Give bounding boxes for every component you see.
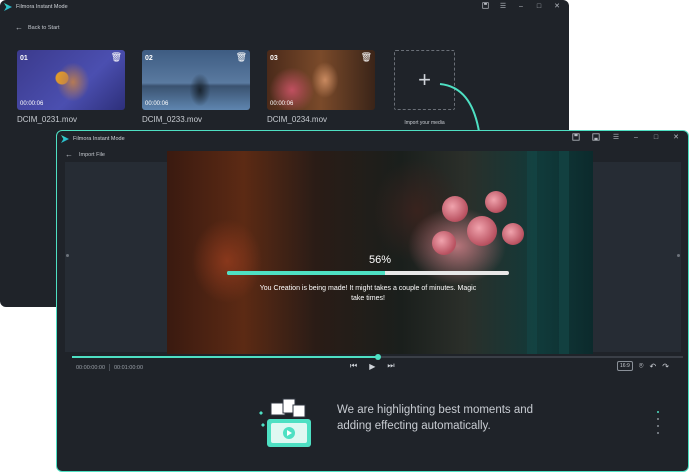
snapshot-icon[interactable]: ⌾ bbox=[639, 361, 644, 371]
timeline-scrubber[interactable] bbox=[72, 354, 683, 360]
trash-icon[interactable]: 🗑 bbox=[236, 52, 247, 63]
media-number: 01 bbox=[20, 55, 28, 62]
arrow-left-icon: ← bbox=[15, 23, 23, 32]
import-file-button[interactable]: ← Import File bbox=[65, 150, 105, 159]
time-separator bbox=[109, 364, 110, 371]
window-controls: ☰ – □ ✕ bbox=[572, 131, 680, 145]
plus-icon: + bbox=[418, 67, 431, 92]
status-message: We are highlighting best moments and add… bbox=[337, 404, 534, 432]
redo-icon[interactable]: ↷ bbox=[662, 362, 669, 371]
media-thumbnail[interactable]: 03 🗑 00:00:06 bbox=[267, 50, 375, 110]
side-handle[interactable] bbox=[66, 254, 69, 257]
save-as-icon[interactable] bbox=[592, 132, 600, 144]
filmora-logo-icon bbox=[61, 135, 69, 143]
side-handle[interactable] bbox=[677, 254, 680, 257]
trash-icon[interactable]: 🗑 bbox=[361, 52, 372, 63]
progress-fill bbox=[227, 271, 385, 275]
media-thumbnail[interactable]: 02 🗑 00:00:06 bbox=[142, 50, 250, 110]
maximize-icon[interactable]: □ bbox=[535, 3, 543, 11]
media-number: 02 bbox=[145, 55, 153, 62]
page-dot[interactable] bbox=[657, 411, 659, 413]
back-to-start-label: Back to Start bbox=[28, 24, 60, 31]
maximize-icon[interactable]: □ bbox=[652, 134, 660, 142]
minimize-icon[interactable]: – bbox=[632, 134, 640, 142]
media-filename: DCIM_0231.mov bbox=[17, 115, 78, 124]
media-filename: DCIM_0233.mov bbox=[142, 115, 203, 124]
media-number: 03 bbox=[270, 55, 278, 62]
flower bbox=[502, 223, 524, 245]
media-duration: 00:00:06 bbox=[20, 101, 44, 107]
import-file-label: Import File bbox=[79, 151, 105, 158]
aspect-ratio-button[interactable]: 16:9 bbox=[617, 361, 633, 371]
window-title: Filmora Instant Mode bbox=[16, 4, 68, 10]
progress-percent: 56% bbox=[368, 254, 392, 266]
playback-controls: ⏮ ▶ ⏭ bbox=[350, 361, 395, 371]
total-time: 00:01:00:00 bbox=[114, 365, 144, 371]
window-title: Filmora Instant Mode bbox=[73, 136, 125, 142]
auto-edit-illustration-icon bbox=[259, 398, 311, 447]
timeline-progress bbox=[72, 356, 378, 358]
page-dot[interactable] bbox=[657, 425, 659, 427]
skip-forward-icon[interactable]: ⏭ bbox=[387, 361, 394, 371]
title-bar: Filmora Instant Mode ☰ – □ ✕ bbox=[0, 0, 569, 14]
skip-back-icon[interactable]: ⏮ bbox=[350, 361, 357, 371]
preview-side-panel bbox=[593, 162, 681, 352]
background-pillar bbox=[527, 151, 537, 354]
front-window: Filmora Instant Mode ☰ – □ ✕ ← Import Fi… bbox=[56, 130, 689, 472]
flower bbox=[442, 196, 468, 222]
minimize-icon[interactable]: – bbox=[517, 3, 525, 11]
pagination-dots bbox=[657, 411, 659, 434]
page-dot[interactable] bbox=[657, 432, 659, 434]
media-filename: DCIM_0234.mov bbox=[267, 115, 328, 124]
close-icon[interactable]: ✕ bbox=[553, 3, 561, 11]
creation-message: You Creation is being made! It might tak… bbox=[259, 285, 477, 302]
background-pillar bbox=[559, 151, 569, 354]
progress-bar bbox=[227, 271, 509, 275]
save-icon[interactable] bbox=[481, 2, 489, 12]
flower bbox=[432, 231, 456, 255]
filmora-logo-icon bbox=[4, 3, 12, 11]
media-duration: 00:00:06 bbox=[145, 101, 169, 107]
arrow-left-icon: ← bbox=[65, 150, 73, 159]
flower bbox=[467, 216, 497, 246]
play-icon[interactable]: ▶ bbox=[369, 362, 375, 371]
media-thumbnail[interactable]: 01 🗑 00:00:06 bbox=[17, 50, 125, 110]
video-preview: 56% You Creation is being made! It might… bbox=[167, 151, 593, 354]
media-duration: 00:00:06 bbox=[270, 101, 294, 107]
list-icon[interactable]: ☰ bbox=[612, 134, 620, 142]
window-controls: ☰ – □ ✕ bbox=[481, 0, 561, 14]
page-dot[interactable] bbox=[657, 418, 659, 420]
trash-icon[interactable]: 🗑 bbox=[111, 52, 122, 63]
undo-icon[interactable]: ↶ bbox=[650, 362, 657, 371]
preview-tools: 16:9 ⌾ ↶ ↷ bbox=[617, 361, 669, 371]
playhead[interactable] bbox=[374, 354, 381, 360]
preview-side-panel bbox=[65, 162, 167, 352]
current-time: 00:00:00:00 bbox=[76, 365, 106, 371]
back-to-start-button[interactable]: ← Back to Start bbox=[15, 23, 60, 32]
list-icon[interactable]: ☰ bbox=[499, 3, 507, 11]
save-icon[interactable] bbox=[572, 132, 580, 144]
flower bbox=[485, 191, 507, 213]
close-icon[interactable]: ✕ bbox=[672, 134, 680, 142]
title-bar: Filmora Instant Mode ☰ – □ ✕ bbox=[57, 131, 688, 147]
